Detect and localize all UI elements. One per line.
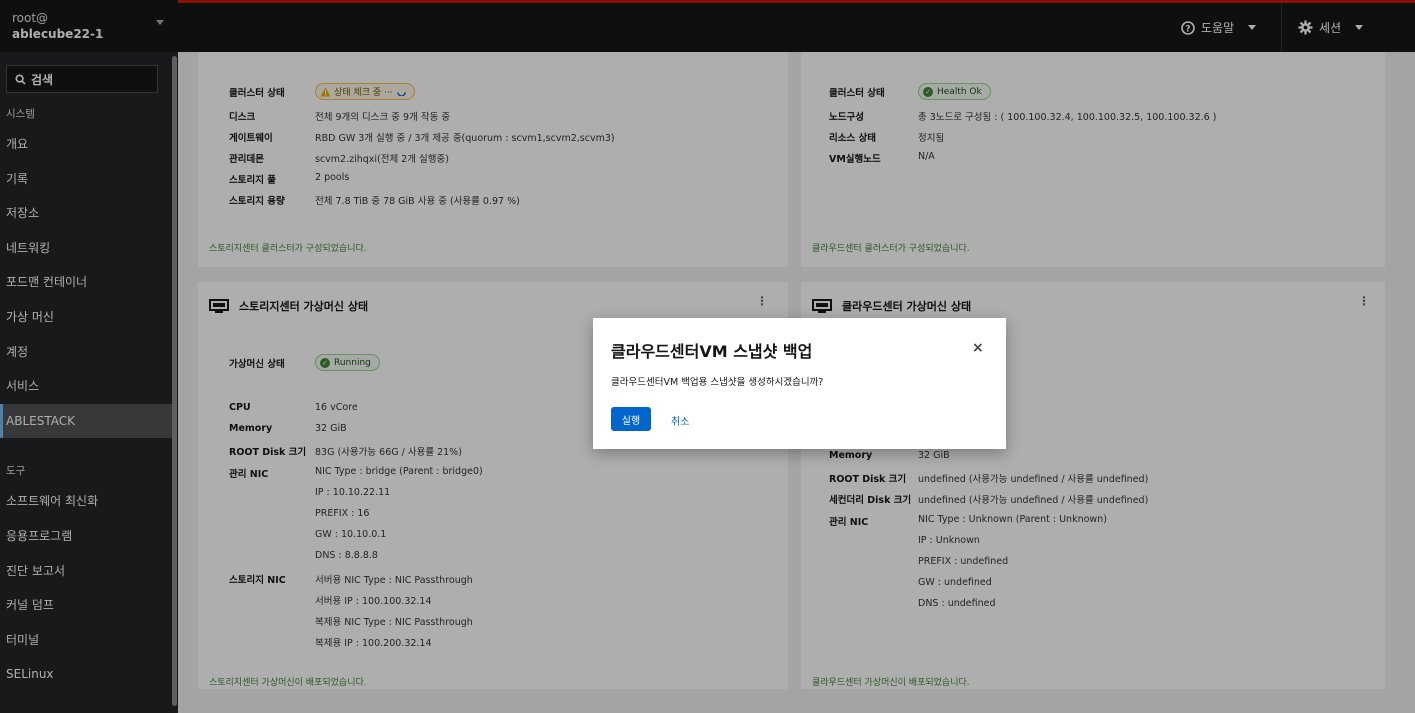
cancel-button[interactable]: 취소 (671, 413, 689, 428)
close-icon[interactable]: × (972, 340, 984, 356)
snapshot-backup-modal: 클라우드센터VM 스냅샷 백업 × 클라우드센터VM 백업용 스냅샷을 생성하시… (593, 318, 1006, 449)
modal-body: 클라우드센터VM 백업용 스냅샷을 생성하시겠습니까? (611, 377, 824, 388)
modal-title: 클라우드센터VM 스냅샷 백업 (611, 342, 813, 361)
run-button[interactable]: 실행 (611, 407, 651, 431)
